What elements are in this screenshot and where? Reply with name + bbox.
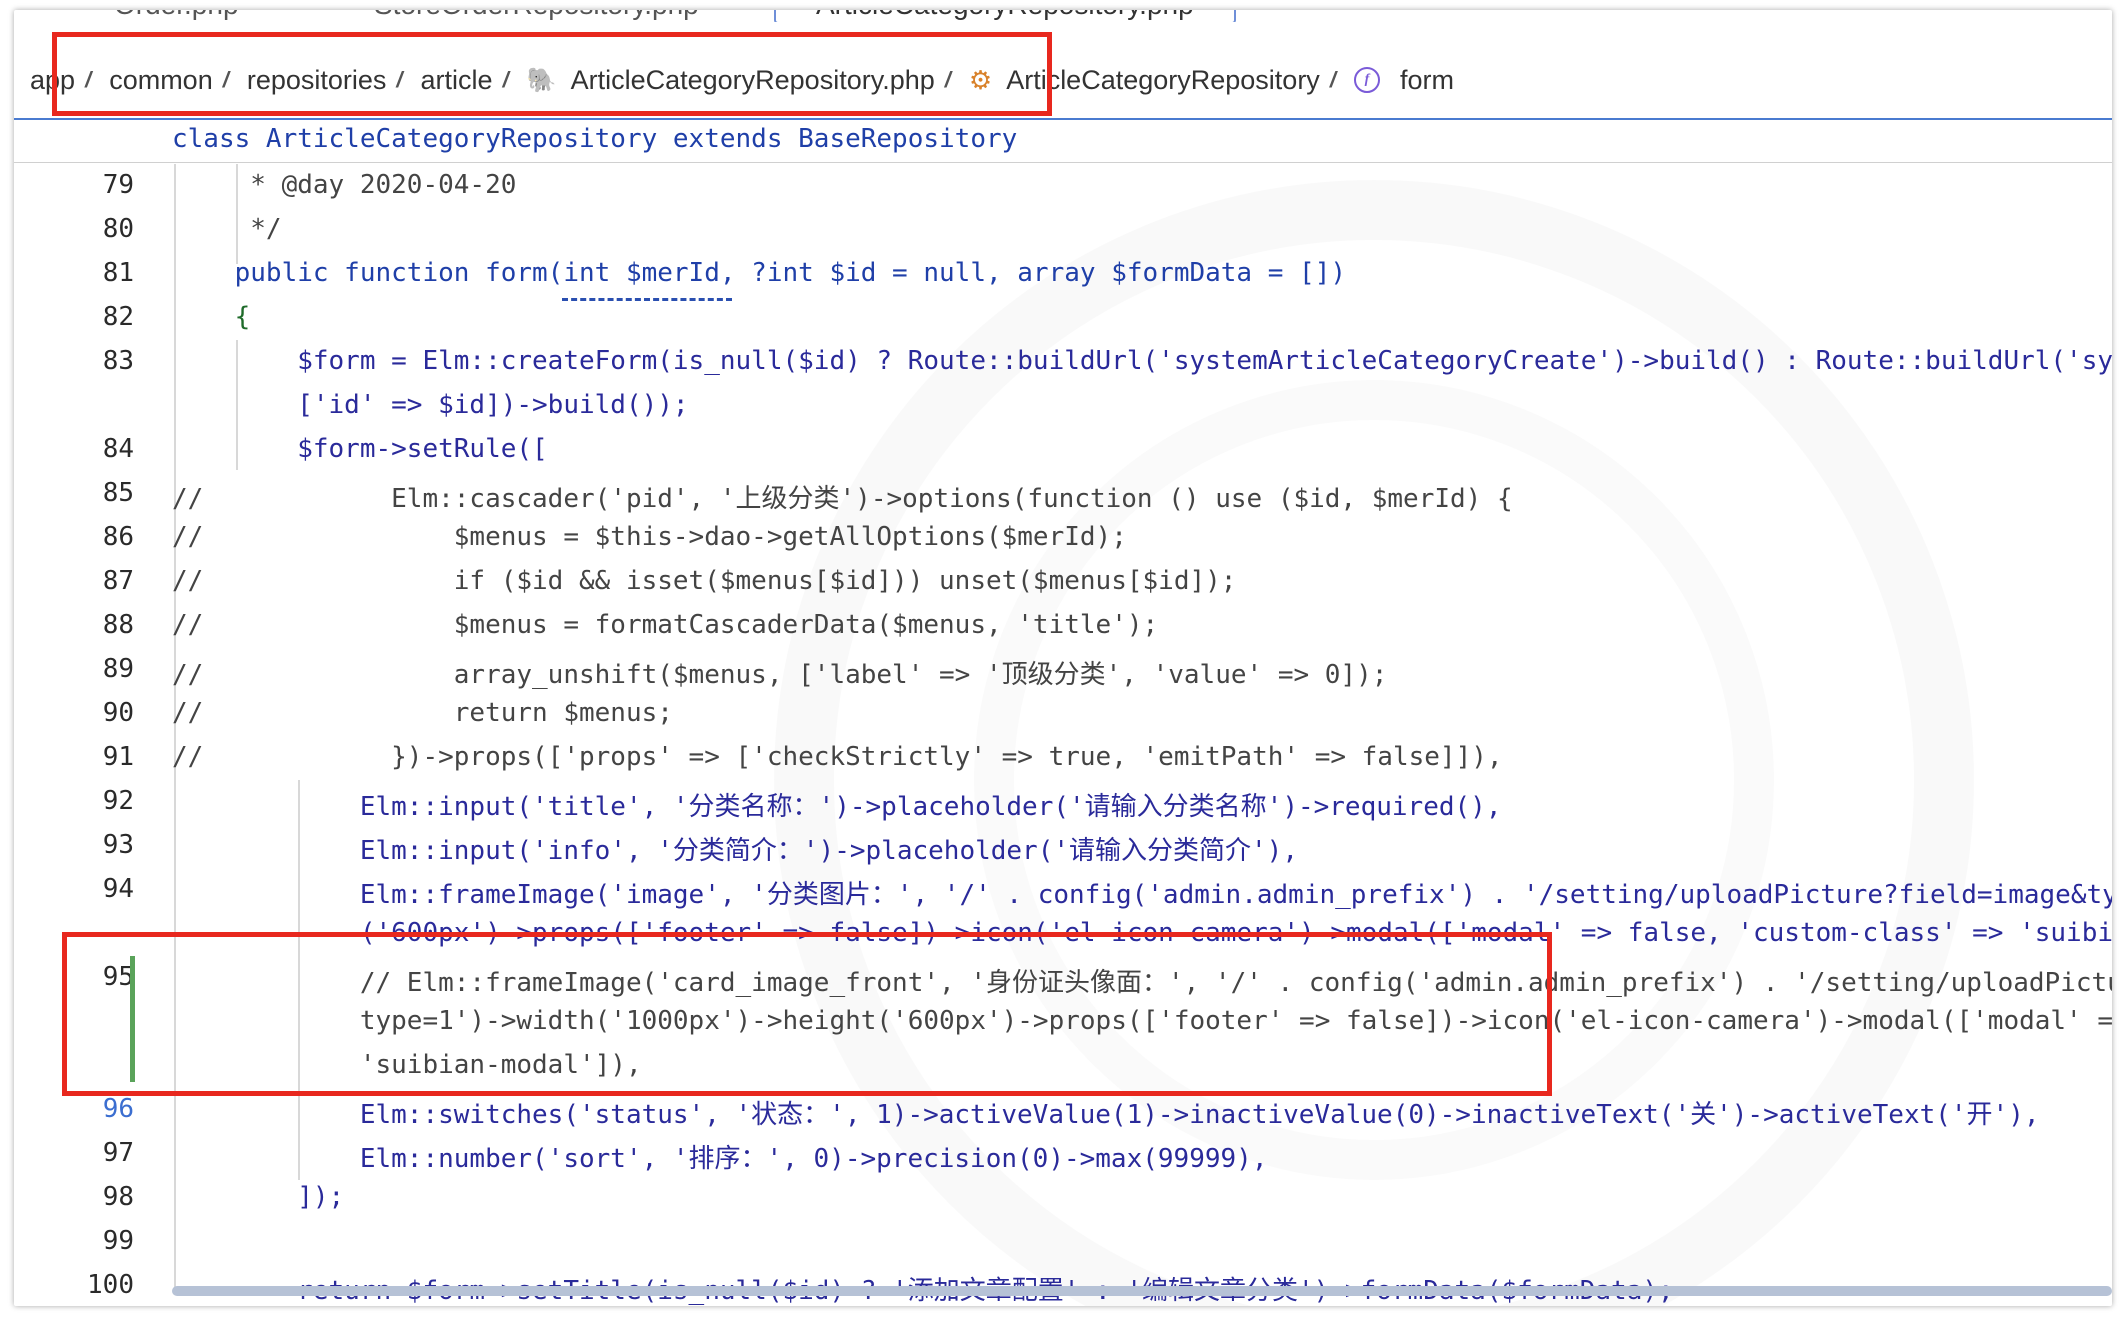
code-line[interactable]: 90 // return $menus; — [14, 692, 2112, 736]
line-number: 79 — [102, 170, 134, 200]
line-number: 98 — [102, 1182, 134, 1212]
code-text: // Elm::cascader('pid', '上级分类')->options… — [172, 484, 1513, 514]
code-text: ['id' => $id])->build()); — [172, 390, 689, 420]
code-line[interactable]: 93 Elm::input('info', '分类简介：')->placehol… — [14, 824, 2112, 868]
code-line[interactable]: 84 $form->setRule([ — [14, 428, 2112, 472]
breadcrumb-method[interactable]: form — [1400, 65, 1454, 96]
code-line[interactable]: 99 — [14, 1220, 2112, 1264]
line-number: 90 — [102, 698, 134, 728]
horizontal-scrollbar[interactable] — [172, 1286, 2112, 1296]
code-text: Elm::input('info', '分类简介：')->placeholder… — [172, 836, 1298, 866]
code-text: */ — [172, 214, 282, 244]
code-line[interactable]: 97 Elm::number('sort', '排序：', 0)->precis… — [14, 1132, 2112, 1176]
line-number: 83 — [102, 346, 134, 376]
code-text: { — [172, 302, 251, 332]
code-text: // $menus = formatCascaderData($menus, '… — [172, 610, 1159, 640]
line-number: 100 — [87, 1270, 134, 1300]
tab-store-order-repository[interactable]: StoreOrderRepository.php — [374, 10, 699, 22]
code-line[interactable]: 100 return $form->setTitle(is_null($id) … — [14, 1264, 2112, 1306]
code-line[interactable]: 86 // $menus = $this->dao->getAllOptions… — [14, 516, 2112, 560]
line-number: 89 — [102, 654, 134, 684]
breadcrumb-class[interactable]: ArticleCategoryRepository — [1006, 65, 1320, 96]
sticky-class-text: class ArticleCategoryRepository extends … — [172, 124, 1018, 154]
code-text: $form->setRule([ — [172, 434, 548, 464]
line-number: 86 — [102, 522, 134, 552]
function-icon: f — [1353, 67, 1380, 93]
code-line[interactable]: 87 // if ($id && isset($menus[$id])) uns… — [14, 560, 2112, 604]
line-number: 99 — [102, 1226, 134, 1256]
code-text: // if ($id && isset($menus[$id])) unset(… — [172, 566, 1237, 596]
code-line[interactable]: ['id' => $id])->build()); — [14, 384, 2112, 428]
line-number: 81 — [102, 258, 134, 288]
code-text: Elm::input('title', '分类名称：')->placeholde… — [172, 792, 1502, 822]
code-text: // })->props(['props' => ['checkStrictly… — [172, 742, 1503, 772]
sticky-class-header[interactable]: class ArticleCategoryRepository extends … — [14, 120, 2112, 163]
code-line[interactable]: 92 Elm::input('title', '分类名称：')->placeho… — [14, 780, 2112, 824]
line-number: 82 — [102, 302, 134, 332]
editor-window: Order.php StoreOrderRepository.php Artic… — [14, 10, 2112, 1306]
code-line[interactable]: 94 Elm::frameImage('image', '分类图片：', '/'… — [14, 868, 2112, 912]
code-text: // array_unshift($menus, ['label' => '顶级… — [172, 660, 1388, 690]
code-line[interactable]: 80 */ — [14, 208, 2112, 252]
code-text: Elm::switches('status', '状态：', 1)->activ… — [172, 1100, 2040, 1130]
code-line[interactable]: 89 // array_unshift($menus, ['label' => … — [14, 648, 2112, 692]
code-line[interactable]: 98 ]); — [14, 1176, 2112, 1220]
line-number: 88 — [102, 610, 134, 640]
code-line[interactable]: 82 { — [14, 296, 2112, 340]
line-number: 87 — [102, 566, 134, 596]
code-text: Elm::frameImage('image', '分类图片：', '/' . … — [172, 880, 2112, 910]
code-line[interactable]: 83 $form = Elm::createForm(is_null($id) … — [14, 340, 2112, 384]
code-line[interactable]: 85 // Elm::cascader('pid', '上级分类')->opti… — [14, 472, 2112, 516]
code-text: ]); — [172, 1182, 345, 1212]
code-highlight-box — [62, 932, 1552, 1096]
code-text: public function form(int $merId, ?int $i… — [172, 258, 1346, 288]
code-text: // $menus = $this->dao->getAllOptions($m… — [172, 522, 1127, 552]
code-text: * @day 2020-04-20 — [172, 170, 517, 200]
line-number: 85 — [102, 478, 134, 508]
breadcrumb-highlight-box — [52, 32, 1052, 116]
breadcrumb-separator: / — [1329, 67, 1336, 92]
tab-article-category-repository[interactable]: ArticleCategoryRepository.php — [774, 10, 1236, 22]
code-line[interactable]: 88 // $menus = formatCascaderData($menus… — [14, 604, 2112, 648]
code-line[interactable]: 81 public function form(int $merId, ?int… — [14, 252, 2112, 296]
line-number: 84 — [102, 434, 134, 464]
line-number: 92 — [102, 786, 134, 816]
line-number: 91 — [102, 742, 134, 772]
line-number: 93 — [102, 830, 134, 860]
code-text: $form = Elm::createForm(is_null($id) ? R… — [172, 346, 2112, 376]
code-line[interactable]: 79 * @day 2020-04-20 — [14, 164, 2112, 208]
code-text: Elm::number('sort', '排序：', 0)->precision… — [172, 1144, 1268, 1174]
line-number: 96 — [102, 1094, 134, 1124]
tab-strip: Order.php StoreOrderRepository.php Artic… — [14, 10, 2112, 22]
code-text: // return $menus; — [172, 698, 673, 728]
code-line[interactable]: 91 // })->props(['props' => ['checkStric… — [14, 736, 2112, 780]
line-number: 97 — [102, 1138, 134, 1168]
line-number: 80 — [102, 214, 134, 244]
tab-order[interactable]: Order.php — [114, 10, 239, 22]
line-number: 94 — [102, 874, 134, 904]
